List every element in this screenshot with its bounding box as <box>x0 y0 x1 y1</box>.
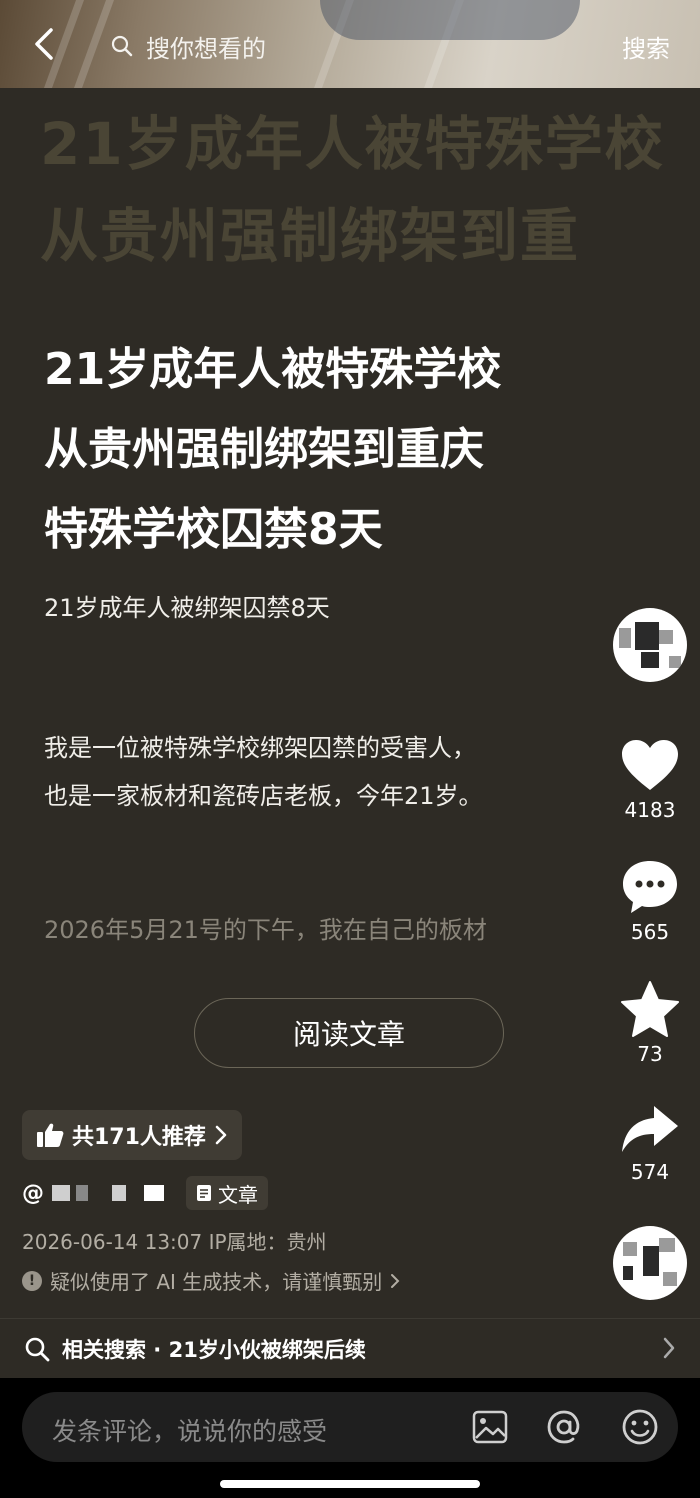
search-icon <box>25 1337 50 1361</box>
author-name-pixelated <box>52 1185 164 1201</box>
back-button[interactable] <box>22 22 66 66</box>
search-icon <box>111 35 133 57</box>
post-title-line: 从贵州强制绑架到重庆 <box>44 424 484 475</box>
warning-icon: ! <box>22 1270 42 1291</box>
recommend-button[interactable]: 共171人推荐 <box>22 1110 242 1160</box>
star-icon <box>621 981 679 1037</box>
like-button[interactable]: 4183 <box>600 738 700 822</box>
music-disc[interactable] <box>600 1226 700 1300</box>
post-subtitle: 21岁成年人被绑架囚禁8天 <box>44 594 330 622</box>
chevron-left-icon <box>35 28 53 60</box>
favorite-button[interactable]: 73 <box>600 980 700 1066</box>
post-title: 21岁成年人被特殊学校 从贵州强制绑架到重庆 特殊学校囚禁8天 <box>44 330 604 570</box>
home-indicator <box>220 1480 480 1488</box>
disc-avatar <box>613 1226 687 1300</box>
comment-placeholder: 发条评论，说说你的感受 <box>52 1417 328 1446</box>
heart-icon <box>622 740 678 790</box>
post-title-line: 特殊学校囚禁8天 <box>44 504 383 555</box>
search-button[interactable]: 搜索 <box>622 22 670 70</box>
share-count: 574 <box>630 1160 670 1184</box>
chevron-right-icon <box>663 1337 675 1359</box>
ai-notice[interactable]: ! 疑似使用了 AI 生成技术，请谨慎甄别 <box>22 1266 400 1295</box>
paragraph-line: 我是一位被特殊学校绑架囚禁的受害人， <box>44 734 476 762</box>
author-row: @ 文章 <box>22 1176 268 1210</box>
favorite-count: 73 <box>637 1042 663 1066</box>
avatar <box>613 608 687 682</box>
document-icon <box>197 1185 211 1201</box>
related-search-bar[interactable]: 相关搜索 · 21岁小伙被绑架后续 <box>0 1318 700 1378</box>
chevron-right-icon <box>391 1273 400 1288</box>
share-button[interactable]: 574 <box>600 1104 700 1184</box>
post-title-line: 21岁成年人被特殊学校 <box>44 344 502 395</box>
share-icon <box>622 1106 678 1152</box>
search-placeholder: 搜你想看的 <box>146 34 266 63</box>
comment-icon <box>623 861 677 913</box>
ai-notice-text: 疑似使用了 AI 生成技术，请谨慎甄别 <box>50 1270 383 1294</box>
post-datetime-location: 2026-06-14 13:07 IP属地：贵州 <box>22 1230 327 1254</box>
article-tag: 文章 <box>186 1176 268 1210</box>
post-paragraph: 我是一位被特殊学校绑架囚禁的受害人， 也是一家板材和瓷砖店老板，今年21岁。 <box>44 724 604 820</box>
like-count: 4183 <box>624 798 676 822</box>
bottom-bar: 发条评论，说说你的感受 <box>0 1378 700 1498</box>
mention-icon[interactable] <box>544 1407 584 1447</box>
article-tag-label: 文章 <box>218 1182 258 1207</box>
comment-input[interactable]: 发条评论，说说你的感受 <box>22 1392 678 1462</box>
paragraph-line: 也是一家板材和瓷砖店老板，今年21岁。 <box>44 782 483 810</box>
image-icon[interactable] <box>470 1407 510 1447</box>
top-bar: 搜你想看的 搜索 <box>0 0 700 88</box>
thumbs-up-icon <box>37 1123 64 1147</box>
recommend-label: 共171人推荐 <box>72 1125 206 1150</box>
author-handle[interactable]: @ <box>22 1181 44 1206</box>
background-title: 21岁成年人被特殊学校从贵州强制绑架到重 <box>40 110 665 270</box>
author-avatar[interactable] <box>600 608 700 682</box>
read-article-button[interactable]: 阅读文章 <box>194 998 504 1068</box>
comment-count: 565 <box>630 920 670 944</box>
chevron-right-icon <box>215 1125 227 1145</box>
emoji-icon[interactable] <box>620 1407 660 1447</box>
related-search-text: 相关搜索 · 21岁小伙被绑架后续 <box>62 1337 366 1362</box>
search-input[interactable]: 搜你想看的 <box>110 20 590 72</box>
faded-preview-text: 2026年5月21号的下午，我在自己的板材 <box>44 916 487 944</box>
comment-button[interactable]: 565 <box>600 858 700 944</box>
